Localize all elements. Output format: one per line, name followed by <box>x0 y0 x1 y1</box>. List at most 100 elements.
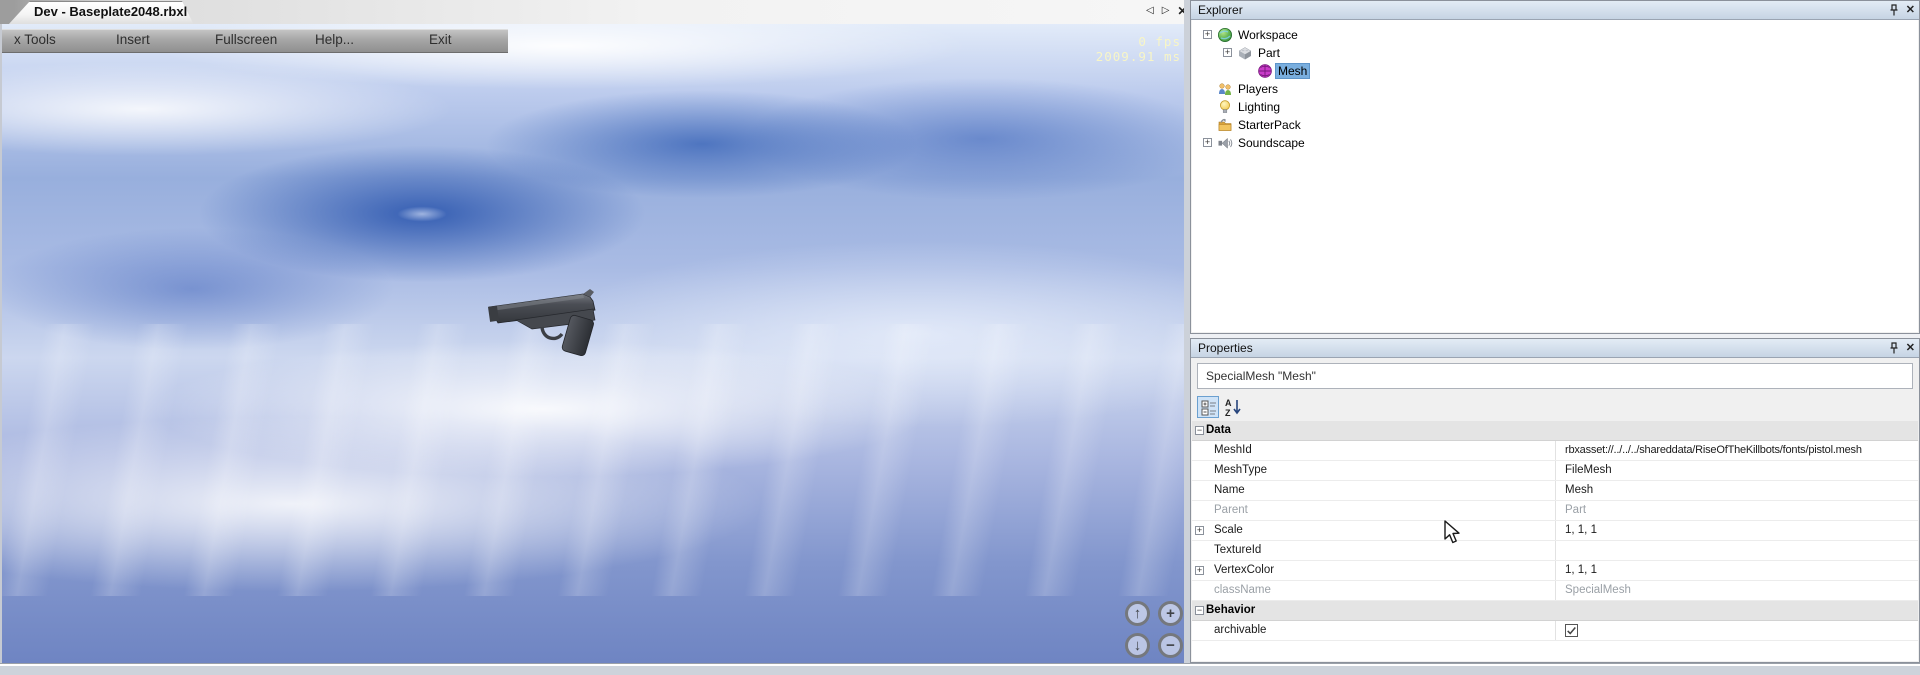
fps-counter: 0 fps <box>1096 34 1181 49</box>
property-section-behavior[interactable]: Behavior <box>1192 601 1918 621</box>
viewport-menubar: x Tools Insert Fullscreen Help... Exit <box>2 29 508 53</box>
checkmark-icon <box>1566 625 1577 636</box>
property-name: Parent <box>1214 504 1248 516</box>
roblox-studio-window: Dev - Baseplate2048.rbxl ◁ ▷ ✕ x Tools I… <box>0 0 1920 675</box>
property-value: Part <box>1565 504 1914 516</box>
document-tab-title: Dev - Baseplate2048.rbxl <box>34 4 187 19</box>
explorer-titlebar[interactable]: Explorer ✕ <box>1191 1 1919 20</box>
property-row-classname: className SpecialMesh <box>1192 581 1918 601</box>
pistol-mesh-object[interactable] <box>486 286 618 358</box>
archivable-checkbox[interactable] <box>1565 624 1578 637</box>
property-value[interactable]: 1, 1, 1 <box>1565 524 1914 536</box>
tilt-down-button[interactable]: ↓ <box>1125 633 1150 658</box>
property-row-scale[interactable]: Scale 1, 1, 1 <box>1192 521 1918 541</box>
property-grid: Data MeshId rbxasset://../../../sharedda… <box>1192 421 1918 661</box>
property-value[interactable]: 1, 1, 1 <box>1565 564 1914 576</box>
property-row-name[interactable]: Name Mesh <box>1192 481 1918 501</box>
collapse-icon[interactable] <box>1195 606 1204 615</box>
section-label: Data <box>1206 424 1231 436</box>
expand-plus-icon[interactable] <box>1203 138 1212 147</box>
lighting-icon <box>1217 99 1233 115</box>
property-value[interactable]: Mesh <box>1565 484 1914 496</box>
property-row-parent: Parent Part <box>1192 501 1918 521</box>
tree-item-label: Part <box>1258 46 1280 60</box>
az-sort-icon: A Z <box>1222 396 1244 418</box>
menu-insert[interactable]: Insert <box>116 32 150 47</box>
pin-icon[interactable] <box>1889 342 1899 355</box>
window-bottom-edge <box>0 663 1920 675</box>
properties-close-icon[interactable]: ✕ <box>1906 341 1915 355</box>
tree-item-players[interactable]: Players <box>1192 80 1918 98</box>
expand-plus-icon[interactable] <box>1223 48 1232 57</box>
camera-navpad: ↑ + ↓ − <box>1125 601 1183 658</box>
svg-text:Z: Z <box>1225 408 1231 418</box>
performance-overlay: 0 fps 2009.91 ms <box>1096 34 1181 64</box>
categorized-icon <box>1198 397 1220 419</box>
explorer-title: Explorer <box>1198 3 1243 17</box>
part-icon <box>1237 45 1253 61</box>
properties-toolbar: A Z <box>1192 394 1918 422</box>
properties-panel: Properties ✕ SpecialMesh "Mesh" <box>1190 338 1920 663</box>
tree-item-label: StarterPack <box>1238 118 1301 132</box>
tree-item-part[interactable]: Part <box>1192 44 1918 62</box>
property-value[interactable]: FileMesh <box>1565 464 1914 476</box>
tab-scroll-left-icon[interactable]: ◁ <box>1146 3 1154 19</box>
property-row-archivable[interactable]: archivable <box>1192 621 1918 641</box>
property-row-vertexcolor[interactable]: VertexColor 1, 1, 1 <box>1192 561 1918 581</box>
menu-tools[interactable]: x Tools <box>14 32 56 47</box>
tree-item-label-selected: Mesh <box>1276 64 1309 78</box>
players-icon <box>1217 81 1233 97</box>
explorer-panel: Explorer ✕ Workspace <box>1190 0 1920 334</box>
tab-strip: Dev - Baseplate2048.rbxl ◁ ▷ ✕ <box>0 0 1184 25</box>
selection-header: SpecialMesh "Mesh" <box>1192 358 1918 394</box>
explorer-close-icon[interactable]: ✕ <box>1906 3 1915 17</box>
alphabetical-sort-button[interactable]: A Z <box>1222 396 1244 418</box>
property-name: archivable <box>1214 624 1266 636</box>
tree-item-lighting[interactable]: Lighting <box>1192 98 1918 116</box>
expand-icon[interactable] <box>1195 566 1204 575</box>
expand-icon[interactable] <box>1195 526 1204 535</box>
menu-exit[interactable]: Exit <box>429 32 452 47</box>
property-value[interactable]: rbxasset://../../../shareddata/RiseOfThe… <box>1565 444 1914 456</box>
tree-item-label: Players <box>1238 82 1278 96</box>
properties-title: Properties <box>1198 341 1253 355</box>
property-value: SpecialMesh <box>1565 584 1914 596</box>
property-name: Name <box>1214 484 1245 496</box>
starterpack-icon <box>1217 117 1233 133</box>
selected-object-label: SpecialMesh "Mesh" <box>1197 363 1913 389</box>
tab-controls: ◁ ▷ ✕ <box>1146 3 1187 19</box>
property-row-meshid[interactable]: MeshId rbxasset://../../../shareddata/Ri… <box>1192 441 1918 461</box>
tree-item-workspace[interactable]: Workspace <box>1192 26 1918 44</box>
frame-time: 2009.91 ms <box>1096 49 1181 64</box>
tree-item-mesh[interactable]: Mesh <box>1192 62 1918 80</box>
viewport-3d[interactable]: x Tools Insert Fullscreen Help... Exit 0… <box>0 24 1186 666</box>
pin-icon[interactable] <box>1889 4 1899 17</box>
property-name: MeshType <box>1214 464 1267 476</box>
property-row-textureid[interactable]: TextureId <box>1192 541 1918 561</box>
tree-item-starterpack[interactable]: StarterPack <box>1192 116 1918 134</box>
categorized-view-button[interactable] <box>1197 396 1219 418</box>
explorer-tree: Workspace Part Mesh <box>1192 20 1918 332</box>
soundscape-icon <box>1217 135 1233 151</box>
tilt-up-button[interactable]: ↑ <box>1125 601 1150 626</box>
property-row-meshtype[interactable]: MeshType FileMesh <box>1192 461 1918 481</box>
property-name: VertexColor <box>1214 564 1274 576</box>
zoom-out-button[interactable]: − <box>1158 633 1183 658</box>
property-name: Scale <box>1214 524 1243 536</box>
tree-item-label: Workspace <box>1238 28 1298 42</box>
property-section-data[interactable]: Data <box>1192 421 1918 441</box>
tree-item-label: Lighting <box>1238 100 1280 114</box>
zoom-in-button[interactable]: + <box>1158 601 1183 626</box>
expand-plus-icon[interactable] <box>1203 30 1212 39</box>
menu-help[interactable]: Help... <box>315 32 354 47</box>
section-label: Behavior <box>1206 604 1255 616</box>
menu-fullscreen[interactable]: Fullscreen <box>215 32 277 47</box>
workspace-icon <box>1217 27 1233 43</box>
properties-titlebar[interactable]: Properties ✕ <box>1191 339 1919 358</box>
tab-scroll-right-icon[interactable]: ▷ <box>1162 3 1170 19</box>
svg-text:A: A <box>1225 398 1232 408</box>
tree-item-soundscape[interactable]: Soundscape <box>1192 134 1918 152</box>
collapse-icon[interactable] <box>1195 426 1204 435</box>
property-name: MeshId <box>1214 444 1252 456</box>
property-name: TextureId <box>1214 544 1261 556</box>
